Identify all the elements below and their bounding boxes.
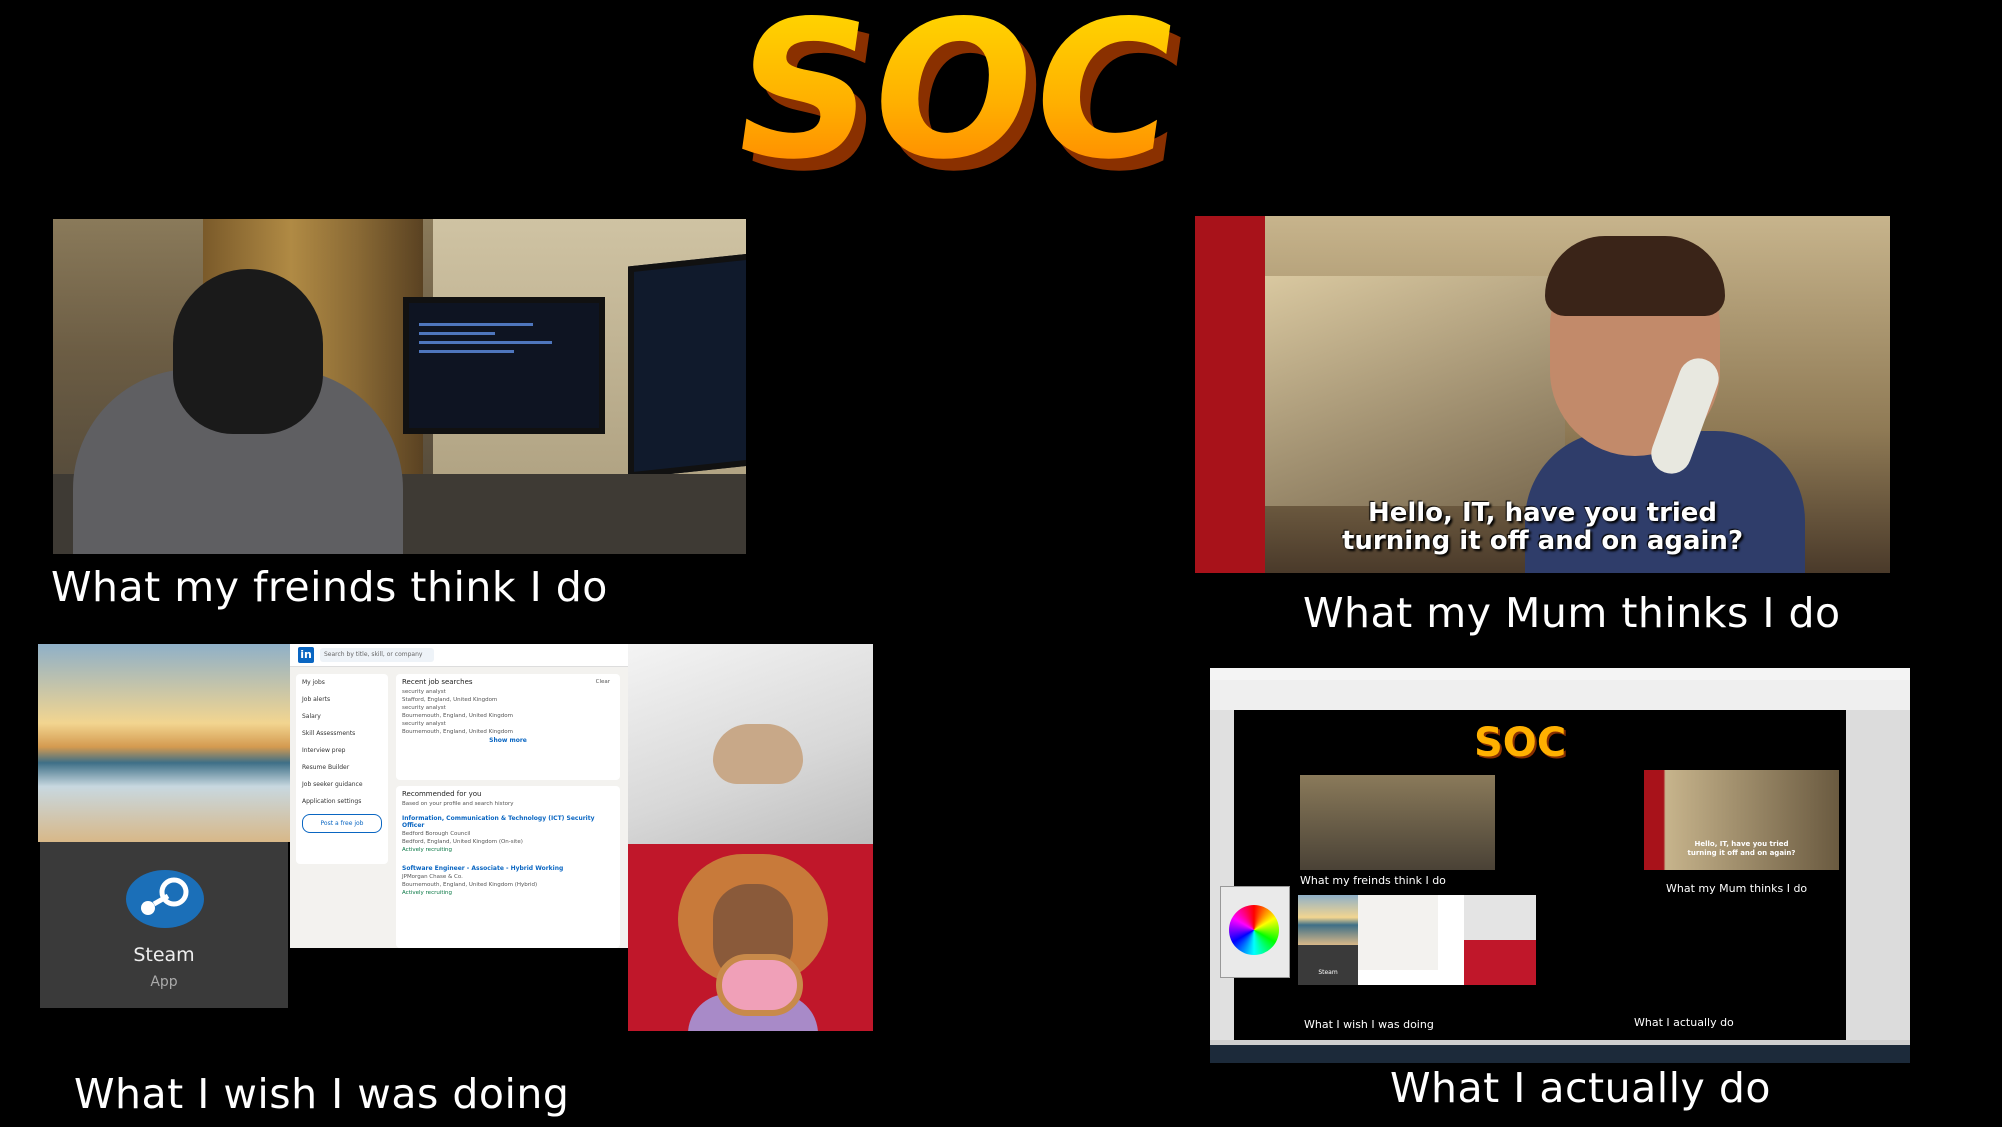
editor-titlebar [1210, 668, 1910, 680]
color-picker-panel[interactable] [1220, 886, 1290, 978]
mini-hacker-image [1300, 775, 1495, 870]
mini-caption-actually: What I actually do [1634, 1016, 1734, 1029]
donut-icon [716, 954, 803, 1016]
color-wheel-icon[interactable] [1229, 905, 1279, 955]
job-status: Actively recruiting [402, 847, 453, 853]
job-location: Bournemouth, England, United Kingdom (Hy… [402, 882, 538, 888]
mini-cat [1464, 895, 1536, 940]
recent-search-title[interactable]: security analyst [396, 704, 620, 712]
beach-image [38, 644, 290, 842]
caption-friends: What my freinds think I do [51, 563, 608, 611]
cluttered-shelf [1265, 276, 1565, 506]
mini-steam-tile: Steam [1298, 945, 1358, 985]
cat-face [713, 724, 803, 784]
sidebar-item-job-alerts[interactable]: Job alerts [296, 691, 388, 708]
mini-steam-label: Steam [1318, 969, 1338, 976]
job-status: Actively recruiting [402, 890, 453, 896]
balaclava-head [173, 269, 323, 434]
recommended-subheading: Based on your profile and search history [402, 801, 514, 807]
mini-beach [1298, 895, 1358, 945]
recent-search-title[interactable]: security analyst [396, 720, 620, 728]
sidebar-item-application-settings[interactable]: Application settings [296, 793, 388, 810]
recent-search-title[interactable]: security analyst [396, 688, 620, 696]
cat-in-bed-image [628, 644, 873, 844]
man-hair [1545, 236, 1725, 316]
mini-donut [1464, 940, 1536, 985]
recent-search-loc: Stafford, England, United Kingdom [402, 697, 498, 703]
mini-subtitle-2: turning it off and on again? [1687, 849, 1796, 857]
job-location: Bedford, England, United Kingdom (On-sit… [402, 839, 523, 845]
editor-canvas: SOC What my freinds think I do Hello, IT… [1234, 710, 1846, 1040]
soc-title-text: SOC [720, 8, 1189, 202]
steam-icon [126, 870, 204, 928]
editor-screenshot: SOC What my freinds think I do Hello, IT… [1210, 668, 1910, 1063]
mini-subtitle-1: Hello, IT, have you tried [1694, 840, 1789, 848]
mini-soc-title: SOC [1474, 720, 1567, 766]
linkedin-sidebar: My jobs Job alerts Salary Skill Assessme… [296, 674, 388, 864]
editor-toolbox [1210, 710, 1234, 1040]
job-title-link[interactable]: Software Engineer - Associate - Hybrid W… [396, 864, 620, 873]
recommended-heading: Recommended for you [402, 790, 482, 798]
monitor-left [403, 297, 605, 434]
sidebar-item-skill-assessments[interactable]: Skill Assessments [296, 725, 388, 742]
job-company: JPMorgan Chase & Co. [402, 874, 463, 880]
soc-title: SOC SOC [670, 0, 1270, 214]
caption-mum: What my Mum thinks I do [1303, 589, 1841, 637]
recent-searches-heading: Recent job searches [402, 678, 473, 686]
editor-layers-panel [1846, 710, 1910, 1040]
soc-logo: SOC SOC [720, 0, 1199, 214]
linkedin-icon[interactable]: in [298, 647, 314, 663]
job-title-link[interactable]: Information, Communication & Technology … [396, 814, 620, 830]
recent-search-loc: Bournemouth, England, United Kingdom [402, 729, 513, 735]
sidebar-item-resume-builder[interactable]: Resume Builder [296, 759, 388, 776]
monitor-right [628, 251, 746, 479]
steam-label: Steam [133, 944, 195, 966]
donut-woman-image [628, 844, 873, 1031]
sidebar-item-interview-prep[interactable]: Interview prep [296, 742, 388, 759]
hacker-image [53, 219, 746, 554]
mini-caption-wish: What I wish I was doing [1304, 1018, 1434, 1031]
mini-collage: Steam [1298, 895, 1536, 985]
job-company: Bedford Borough Council [402, 831, 471, 837]
sidebar-item-salary[interactable]: Salary [296, 708, 388, 725]
linkedin-topbar: in Search by title, skill, or company [290, 644, 628, 667]
recent-search-loc: Bournemouth, England, United Kingdom [402, 713, 513, 719]
caption-actually: What I actually do [1390, 1064, 1771, 1112]
sidebar-item-job-seeker-guidance[interactable]: Job seeker guidance [296, 776, 388, 793]
recommended-card: Recommended for you Based on your profil… [396, 786, 620, 948]
caption-wish: What I wish I was doing [74, 1070, 570, 1118]
mini-caption-friends: What my freinds think I do [1300, 874, 1446, 887]
show-more-link[interactable]: Show more [396, 736, 620, 745]
mini-caption-mum: What my Mum thinks I do [1666, 882, 1808, 895]
search-input[interactable]: Search by title, skill, or company [320, 648, 434, 662]
subtitle-line-2: turning it off and on again? [1341, 526, 1744, 556]
post-job-button[interactable]: Post a free job [302, 814, 382, 833]
mini-linkedin [1358, 895, 1438, 970]
subtitle-line-1: Hello, IT, have you tried [1367, 498, 1718, 528]
steam-app-tile[interactable]: Steam App [40, 842, 288, 1008]
editor-toolbar [1210, 680, 1910, 711]
linkedin-jobs-page: in Search by title, skill, or company My… [290, 644, 628, 948]
sidebar-item-my-jobs[interactable]: My jobs [296, 674, 388, 691]
mini-it-crowd-image: Hello, IT, have you tried turning it off… [1644, 770, 1839, 870]
it-crowd-image: Hello, IT, have you tried turning it off… [1195, 216, 1890, 573]
clear-button[interactable]: Clear [590, 678, 616, 686]
windows-taskbar [1210, 1045, 1910, 1063]
steam-sublabel: App [150, 974, 178, 990]
recent-searches-card: Recent job searches Clear security analy… [396, 674, 620, 780]
